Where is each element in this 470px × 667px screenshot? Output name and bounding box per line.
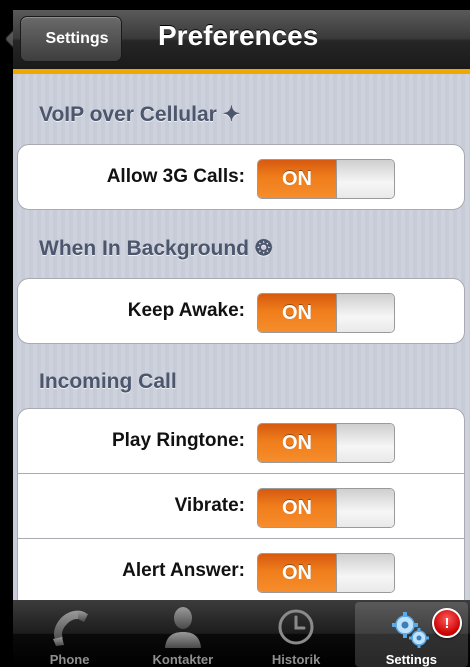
preferences-list[interactable]: VoIP over Cellular ✦ Allow 3G Calls: ON … (13, 74, 470, 600)
toggle-on-label: ON (258, 424, 336, 462)
row-allow-3g-calls: Allow 3G Calls: ON (18, 145, 464, 209)
keep-awake-toggle[interactable]: ON (257, 293, 395, 333)
toggle-on-label: ON (258, 160, 336, 198)
row-alert-answer: Alert Answer: ON (18, 539, 464, 600)
tab-historik[interactable]: Historik (240, 600, 353, 667)
play-ringtone-toggle[interactable]: ON (257, 423, 395, 463)
page-title: Preferences (158, 20, 319, 51)
toggle-on-label: ON (258, 489, 336, 527)
clock-icon (276, 606, 316, 648)
toggle-knob (336, 160, 394, 198)
tab-settings[interactable]: ! Settings (354, 602, 468, 667)
row-keep-awake: Keep Awake: ON (18, 279, 464, 343)
section-title-voip: VoIP over Cellular ✦ (39, 103, 241, 126)
tab-label: Settings (385, 652, 438, 667)
toggle-on-label: ON (258, 554, 336, 592)
back-button-label: Settings (45, 30, 109, 47)
tab-label: Kontakter (152, 652, 214, 667)
row-label: Allow 3G Calls: (106, 166, 245, 187)
tab-label: Historik (271, 652, 321, 667)
alert-badge: ! (432, 608, 462, 638)
alert-answer-toggle[interactable]: ON (257, 553, 395, 593)
toggle-on-label: ON (258, 294, 336, 332)
allow-3g-calls-toggle[interactable]: ON (257, 159, 395, 199)
row-label: Play Ringtone: (111, 430, 245, 451)
contact-icon (163, 606, 203, 648)
row-vibrate: Vibrate: ON (18, 474, 464, 539)
tab-phone[interactable]: Phone (13, 600, 126, 667)
group-background: Keep Awake: ON (17, 278, 465, 344)
section-title-background: When In Background ❂ (39, 237, 273, 260)
phone-icon (48, 606, 92, 648)
toggle-knob (336, 294, 394, 332)
row-label: Vibrate: (174, 495, 245, 516)
tab-kontakter[interactable]: Kontakter (126, 600, 239, 667)
row-play-ringtone: Play Ringtone: ON (18, 409, 464, 474)
gears-icon (389, 608, 433, 650)
row-label: Keep Awake: (127, 300, 245, 321)
tab-label: Phone (49, 652, 90, 667)
back-button-settings[interactable]: Settings (20, 16, 122, 62)
section-title-incoming-call: Incoming Call (39, 370, 177, 393)
toggle-knob (336, 424, 394, 462)
row-label: Alert Answer: (122, 560, 245, 581)
group-incoming-call: Play Ringtone: ON Vibrate: ON Alert Answ… (17, 408, 465, 600)
toggle-knob (336, 554, 394, 592)
toggle-knob (336, 489, 394, 527)
group-voip: Allow 3G Calls: ON (17, 144, 465, 210)
navigation-bar: Settings Preferences (13, 10, 470, 74)
tab-bar: Phone Kontakter Historik ! Settings (13, 600, 470, 667)
vibrate-toggle[interactable]: ON (257, 488, 395, 528)
